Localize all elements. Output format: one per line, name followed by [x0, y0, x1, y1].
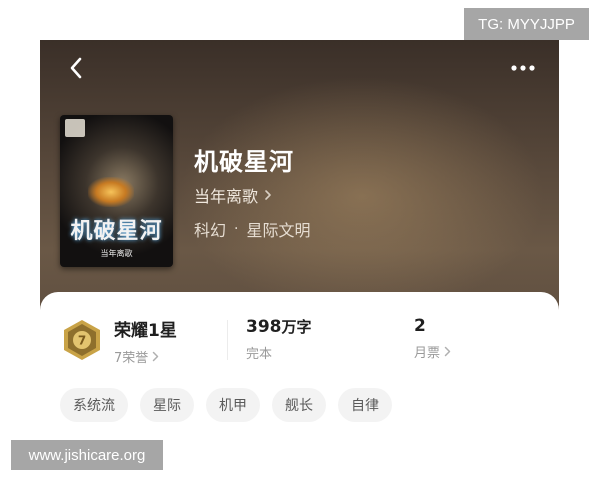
completion-status: 完本 [246, 347, 273, 362]
more-button[interactable] [509, 58, 537, 78]
word-count: 398万字 [246, 316, 312, 337]
votes-count: 2 [414, 316, 426, 336]
word-count-unit: 万字 [281, 318, 312, 336]
votes-label: 月票 [414, 346, 441, 361]
tag-chip[interactable]: 自律 [338, 388, 392, 422]
honor-stat[interactable]: 荣耀1星 7荣誉 [114, 316, 177, 366]
votes-sub[interactable]: 月票 [414, 342, 451, 361]
tag-chip[interactable]: 星际 [140, 388, 194, 422]
author-name: 当年离歌 [194, 187, 259, 206]
watermark-bottom-left: www.jishicare.org [11, 440, 163, 470]
watermark-top-right: TG: MYYJJPP [464, 8, 589, 40]
tag-list: 系统流 星际 机甲 舰长 自律 [60, 388, 392, 422]
stat-divider [227, 320, 228, 360]
publisher-logo [65, 119, 85, 137]
honor-title: 荣耀1星 [114, 321, 177, 341]
book-info-card: 7 荣耀1星 7荣誉 398万字 完本 2 月票 系统流 星际 机甲 舰长 自律 [40, 292, 559, 452]
badge-number: 7 [78, 334, 86, 348]
cover-author: 当年离歌 [100, 249, 133, 258]
genre[interactable]: 科幻 [194, 217, 226, 241]
tag-chip[interactable]: 机甲 [206, 388, 260, 422]
chevron-left-icon [70, 57, 82, 79]
word-count-value: 398 [246, 317, 282, 337]
genre-row: 科幻 · 星际文明 [194, 217, 310, 241]
cover-art-flare [88, 177, 134, 207]
book-cover[interactable]: 机破星河 当年离歌 [60, 115, 173, 267]
honor-count: 7荣誉 [114, 351, 149, 366]
chevron-right-icon [153, 351, 159, 362]
chevron-right-icon [444, 346, 451, 357]
genre-separator: · [234, 221, 239, 237]
honor-sub[interactable]: 7荣誉 [114, 347, 177, 366]
subgenre[interactable]: 星际文明 [246, 217, 310, 241]
monthly-votes-stat[interactable]: 2 月票 [414, 316, 451, 361]
tag-chip[interactable]: 系统流 [60, 388, 128, 422]
honor-badge-icon: 7 [64, 320, 100, 360]
book-detail-page: 机破星河 当年离歌 机破星河 当年离歌 科幻 · 星际文明 7 荣耀1星 7荣誉 [0, 0, 600, 480]
book-title: 机破星河 [194, 148, 294, 176]
cover-title: 机破星河 [70, 219, 163, 244]
author-link[interactable]: 当年离歌 [194, 183, 272, 207]
tag-chip[interactable]: 舰长 [272, 388, 326, 422]
more-horizontal-icon [511, 65, 535, 71]
word-count-stat: 398万字 完本 [246, 316, 312, 362]
back-button[interactable] [64, 54, 88, 82]
chevron-right-icon [265, 190, 271, 200]
